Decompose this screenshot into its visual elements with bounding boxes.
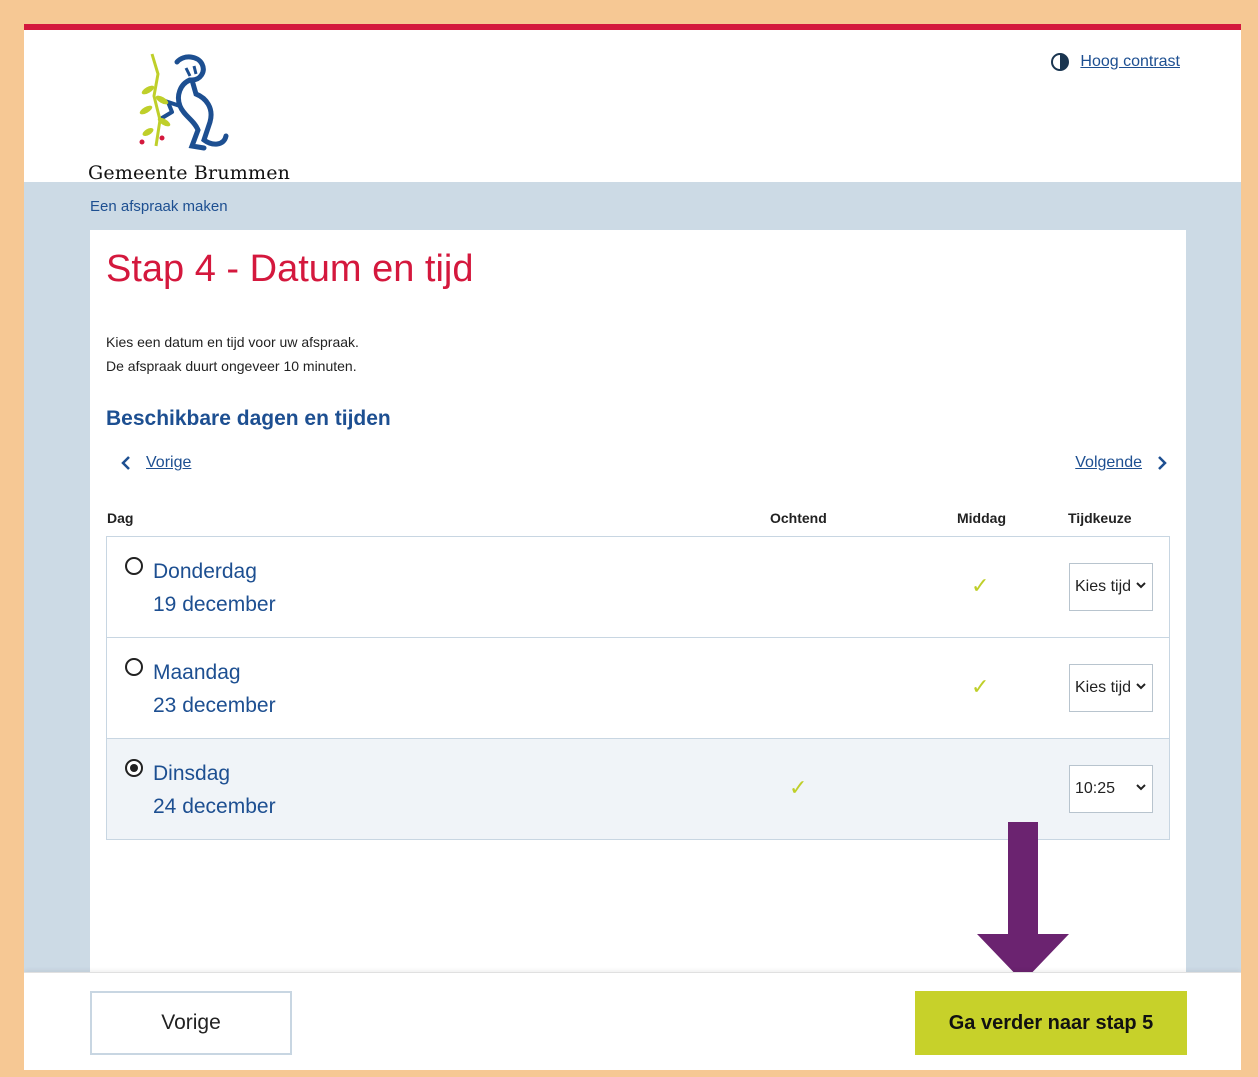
column-header-morning: Ochtend (770, 510, 827, 526)
column-header-time-choice: Tijdkeuze (1068, 510, 1132, 526)
previous-week-nav[interactable]: Vorige (120, 454, 191, 472)
high-contrast-toggle[interactable]: Hoog contrast (1050, 52, 1180, 72)
day-radio-checked[interactable] (125, 759, 143, 777)
weekday: Maandag (153, 661, 241, 684)
intro-line-1: Kies een datum en tijd voor uw afspraak. (106, 334, 359, 350)
next-week-nav[interactable]: Volgende (1075, 454, 1168, 472)
lion-crest-icon (139, 53, 229, 151)
previous-step-button[interactable]: Vorige (90, 991, 292, 1055)
time-select-value: Kies tijd (1075, 679, 1132, 696)
next-week-link[interactable]: Volgende (1075, 454, 1142, 472)
annotation-arrow-down-icon (977, 822, 1069, 982)
action-footer: Vorige Ga verder naar stap 5 (24, 972, 1241, 1070)
intro-text: Kies een datum en tijd voor uw afspraak.… (106, 330, 359, 378)
morning-available-check-icon: ✓ (789, 775, 808, 800)
date: 19 december (153, 593, 276, 616)
logo-text: Gemeente Brummen (88, 162, 291, 184)
column-header-afternoon: Middag (957, 510, 1006, 526)
time-select-value: 10:25 (1075, 780, 1116, 797)
chevron-down-icon (1136, 784, 1146, 791)
day-label[interactable]: Maandag 23 december (153, 656, 276, 722)
municipality-logo[interactable]: Gemeente Brummen (88, 50, 290, 184)
intro-line-2: De afspraak duurt ongeveer 10 minuten. (106, 358, 357, 374)
table-row[interactable]: Donderdag 19 december ✓ Kies tijd (107, 537, 1169, 638)
chevron-down-icon (1136, 582, 1146, 589)
previous-week-link[interactable]: Vorige (146, 454, 191, 472)
weekday: Donderdag (153, 560, 257, 583)
time-select[interactable]: Kies tijd (1069, 664, 1153, 712)
page-title: Stap 4 - Datum en tijd (106, 248, 474, 290)
next-step-button[interactable]: Ga verder naar stap 5 (915, 991, 1187, 1055)
date: 24 december (153, 795, 276, 818)
afternoon-available-check-icon: ✓ (971, 573, 990, 598)
high-contrast-link[interactable]: Hoog contrast (1080, 53, 1180, 71)
afternoon-available-check-icon: ✓ (971, 674, 990, 699)
chevron-down-icon (1136, 683, 1146, 690)
table-row[interactable]: Maandag 23 december ✓ Kies tijd (107, 638, 1169, 739)
day-radio[interactable] (125, 658, 143, 676)
section-subtitle: Beschikbare dagen en tijden (106, 407, 391, 430)
time-select[interactable]: 10:25 (1069, 765, 1153, 813)
page-frame: Gemeente Brummen Hoog contrast Een afspr… (24, 24, 1241, 1070)
date: 23 december (153, 694, 276, 717)
site-header: Gemeente Brummen Hoog contrast (24, 30, 1241, 184)
breadcrumb[interactable]: Een afspraak maken (90, 198, 228, 215)
day-label[interactable]: Donderdag 19 december (153, 555, 276, 621)
chevron-right-icon (1158, 456, 1167, 470)
day-label[interactable]: Dinsdag 24 december (153, 757, 276, 823)
weekday: Dinsdag (153, 762, 231, 785)
time-select[interactable]: Kies tijd (1069, 563, 1153, 611)
time-select-value: Kies tijd (1075, 578, 1132, 595)
day-radio[interactable] (125, 557, 143, 575)
chevron-left-icon (121, 456, 130, 470)
column-header-day: Dag (107, 510, 134, 526)
availability-table: Donderdag 19 december ✓ Kies tijd Maanda (106, 536, 1170, 840)
contrast-icon (1051, 53, 1070, 71)
